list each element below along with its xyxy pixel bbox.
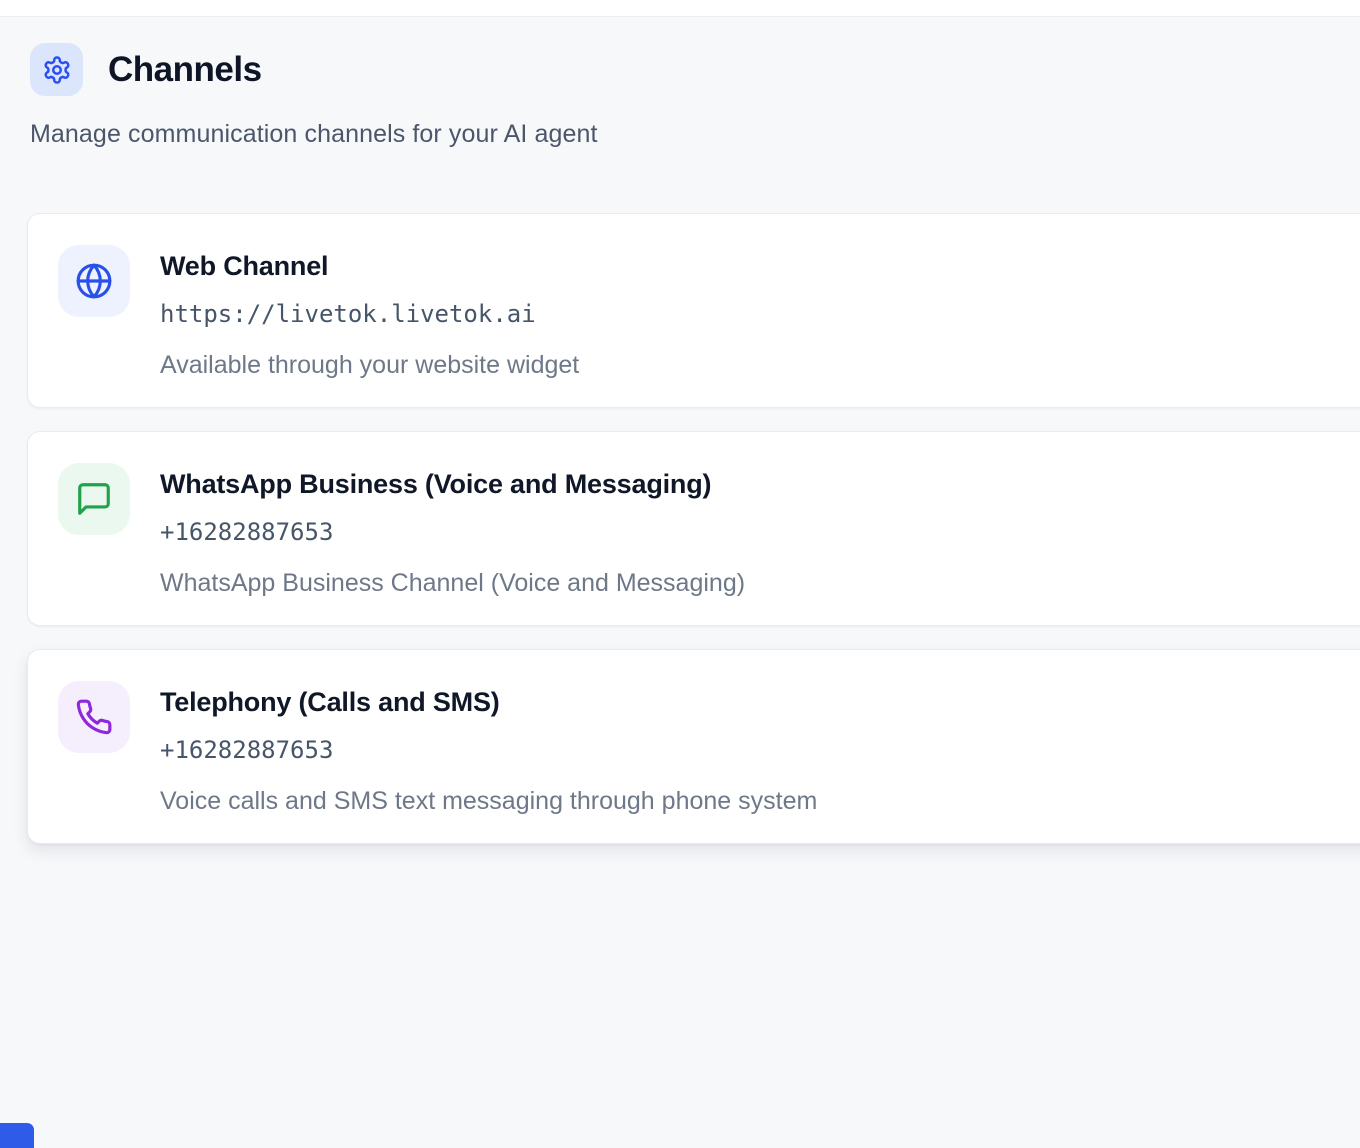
channel-value: https://livetok.livetok.ai	[160, 300, 579, 328]
channel-value: +16282887653	[160, 518, 745, 546]
page-title: Channels	[108, 50, 262, 90]
top-white-band	[0, 0, 1360, 16]
channel-description: Voice calls and SMS text messaging throu…	[160, 787, 817, 815]
phone-icon	[58, 681, 130, 753]
channel-title: Telephony (Calls and SMS)	[160, 687, 817, 717]
partial-blue-button[interactable]	[0, 1123, 34, 1148]
channels-page: Channels Manage communication channels f…	[0, 0, 1360, 1148]
message-square-icon	[58, 463, 130, 535]
page-header: Channels Manage communication channels f…	[30, 43, 598, 149]
page-subtitle: Manage communication channels for your A…	[30, 120, 598, 149]
channel-title: WhatsApp Business (Voice and Messaging)	[160, 469, 745, 499]
channel-value: +16282887653	[160, 736, 817, 764]
channel-description: WhatsApp Business Channel (Voice and Mes…	[160, 569, 745, 597]
globe-icon	[58, 245, 130, 317]
channel-description: Available through your website widget	[160, 351, 579, 379]
channel-card-list: Web Channel https://livetok.livetok.ai A…	[27, 213, 1360, 867]
channel-card-telephony[interactable]: Telephony (Calls and SMS) +16282887653 V…	[27, 649, 1360, 844]
page-panel: Channels Manage communication channels f…	[0, 16, 1360, 1148]
channel-card-whatsapp[interactable]: WhatsApp Business (Voice and Messaging) …	[27, 431, 1360, 626]
channel-title: Web Channel	[160, 251, 579, 281]
channel-card-web[interactable]: Web Channel https://livetok.livetok.ai A…	[27, 213, 1360, 408]
gear-icon	[30, 43, 83, 96]
